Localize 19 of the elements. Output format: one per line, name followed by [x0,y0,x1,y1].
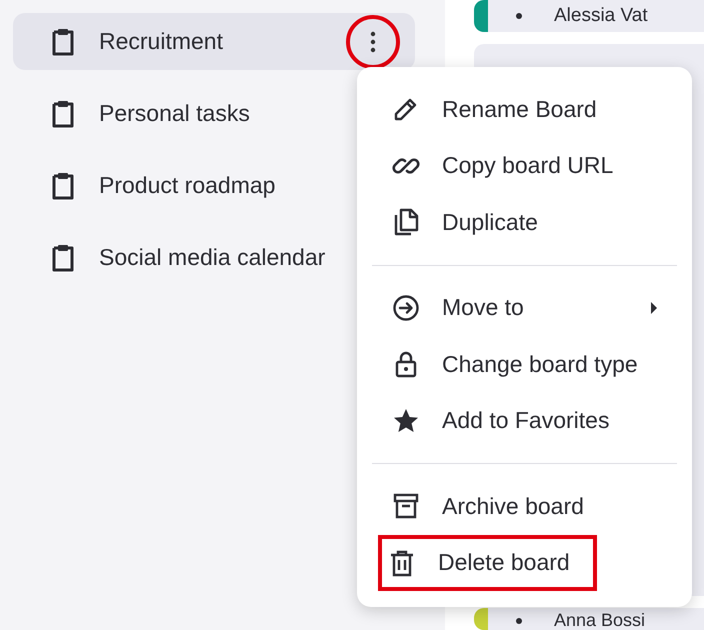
star-icon [392,406,420,435]
assignee-name: Anna Bossi [554,610,646,630]
copy-icon [392,208,420,236]
bullet-icon [516,618,522,624]
more-options-icon[interactable] [369,30,377,54]
board-name: Personal tasks [99,100,251,127]
menu-item[interactable]: Change board type [372,336,677,392]
menu-item[interactable]: Add to Favorites [372,392,677,449]
assignee-name: Alessia Vat [554,5,648,27]
board-name: Social media calendar [99,244,326,271]
arrow-circle-icon [392,294,420,322]
archive-icon [392,492,420,520]
trash-icon [388,548,416,577]
board-name: Recruitment [99,28,224,55]
board-item[interactable]: Recruitment [13,13,415,70]
menu-item[interactable]: Delete board [378,534,597,591]
board-name: Product roadmap [99,172,276,199]
menu-item[interactable]: Archive board [372,478,677,534]
bullet-icon [516,13,522,19]
